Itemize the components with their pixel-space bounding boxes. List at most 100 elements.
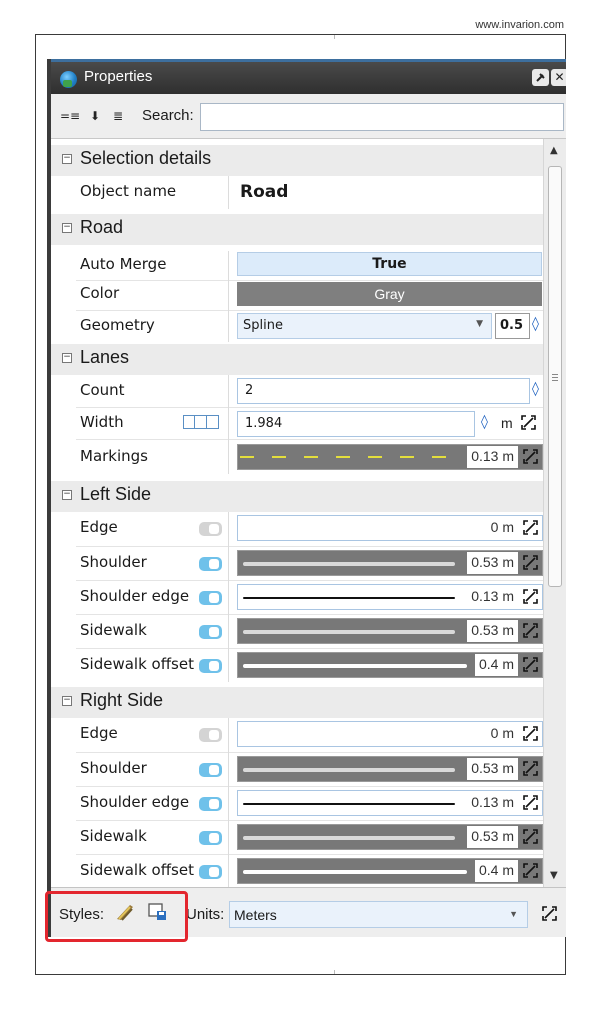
sidewalk-offset-toggle[interactable]: [199, 659, 222, 673]
sidewalk-offset-line: [243, 870, 467, 874]
expand-icon[interactable]: [522, 554, 539, 571]
edge-value: 0 m: [490, 725, 514, 741]
property-label: Edge: [80, 518, 118, 536]
shoulder-edge-toggle[interactable]: [199, 797, 222, 811]
geometry-select[interactable]: Spline ▼: [237, 313, 492, 339]
category-title: Left Side: [80, 484, 152, 504]
row-markings: Markings 0.13 m: [51, 440, 543, 474]
row-geometry: Geometry Spline ▼ 0.5 ◊: [51, 311, 543, 342]
units-label: Units:: [186, 906, 225, 923]
vertical-scrollbar[interactable]: ▲ ▼: [543, 139, 566, 887]
expand-icon[interactable]: [522, 862, 539, 879]
edge-style-strip[interactable]: 0 m: [237, 721, 543, 747]
category-selection-details[interactable]: − Selection details: [51, 145, 543, 176]
collapse-icon[interactable]: −: [62, 353, 72, 363]
property-label: Shoulder: [80, 553, 147, 571]
expand-icon[interactable]: [520, 414, 537, 431]
panel-title: Properties: [84, 68, 153, 85]
edge-style-strip[interactable]: 0 m: [237, 515, 543, 541]
highlight-box: [45, 891, 188, 942]
shoulder-edge-line: [243, 803, 455, 805]
sort-down-icon[interactable]: ⬇: [90, 109, 100, 123]
shoulder-line: [243, 768, 455, 772]
row-right-edge: Edge 0 m: [51, 718, 543, 752]
expand-icon[interactable]: [522, 588, 539, 605]
alphabetical-view-icon[interactable]: ≣: [113, 109, 123, 123]
width-input[interactable]: 1.984: [237, 411, 475, 437]
search-input[interactable]: [200, 103, 564, 131]
property-label: Sidewalk offset: [80, 655, 194, 673]
category-left-side[interactable]: − Left Side: [51, 481, 543, 512]
scroll-up-icon[interactable]: ▲: [550, 145, 558, 156]
count-input[interactable]: 2: [237, 378, 530, 404]
edge-toggle[interactable]: [199, 728, 222, 742]
frame-tick-bottom: [334, 970, 335, 974]
expand-icon[interactable]: [522, 448, 539, 465]
color-swatch[interactable]: Gray: [237, 282, 542, 306]
expand-icon[interactable]: [522, 622, 539, 639]
column-divider: [228, 176, 229, 209]
collapse-icon[interactable]: −: [62, 154, 72, 164]
property-label: Markings: [80, 447, 148, 465]
expand-icon[interactable]: [522, 725, 539, 742]
expand-icon[interactable]: [522, 656, 539, 673]
sidewalk-style-strip[interactable]: 0.53 m: [237, 824, 543, 850]
markings-style-strip[interactable]: 0.13 m: [237, 444, 543, 470]
scroll-down-icon[interactable]: ▼: [550, 870, 558, 881]
categorized-view-icon[interactable]: =≡: [60, 109, 80, 123]
property-label: Sidewalk: [80, 621, 147, 639]
row-left-shoulder: Shoulder 0.53 m: [51, 547, 543, 580]
property-label: Shoulder edge: [80, 793, 190, 811]
sidewalk-toggle[interactable]: [199, 831, 222, 845]
sidewalk-style-strip[interactable]: 0.53 m: [237, 618, 543, 644]
collapse-icon[interactable]: −: [62, 490, 72, 500]
category-lanes[interactable]: − Lanes: [51, 344, 543, 375]
sidewalk-offset-value: 0.4 m: [474, 654, 518, 676]
sidewalk-offset-style-strip[interactable]: 0.4 m: [237, 858, 543, 884]
shoulder-edge-toggle[interactable]: [199, 591, 222, 605]
object-name-value[interactable]: Road: [240, 182, 288, 202]
collapse-icon[interactable]: −: [62, 223, 72, 233]
properties-panel: Properties ✕ =≡ ⬇ ≣ Search: − Selection …: [47, 59, 566, 937]
sidewalk-value: 0.53 m: [467, 620, 518, 642]
sidewalk-offset-style-strip[interactable]: 0.4 m: [237, 652, 543, 678]
expand-icon[interactable]: [522, 828, 539, 845]
shoulder-edge-line: [243, 597, 455, 599]
collapse-icon[interactable]: −: [62, 696, 72, 706]
shoulder-toggle[interactable]: [199, 763, 222, 777]
spinner-icon[interactable]: ◊: [532, 381, 539, 397]
row-left-edge: Edge 0 m: [51, 512, 543, 546]
property-label: Geometry: [80, 316, 155, 334]
scrollbar-thumb[interactable]: [548, 166, 562, 587]
shoulder-edge-style-strip[interactable]: 0.13 m: [237, 790, 543, 816]
lane-width-icon[interactable]: [183, 415, 219, 429]
category-title: Lanes: [80, 347, 130, 367]
sidewalk-line: [243, 836, 455, 840]
expand-icon[interactable]: [522, 794, 539, 811]
shoulder-toggle[interactable]: [199, 557, 222, 571]
pin-icon[interactable]: [532, 69, 549, 86]
dropdown-arrow-icon: ▼: [476, 319, 483, 329]
close-icon[interactable]: ✕: [551, 69, 566, 86]
expand-icon[interactable]: [541, 905, 558, 922]
sidewalk-offset-toggle[interactable]: [199, 865, 222, 879]
row-color: Color Gray: [51, 281, 543, 310]
geometry-number-input[interactable]: 0.5: [495, 313, 530, 339]
shoulder-edge-style-strip[interactable]: 0.13 m: [237, 584, 543, 610]
units-select[interactable]: Meters ▼: [229, 901, 528, 928]
sidewalk-toggle[interactable]: [199, 625, 222, 639]
panel-titlebar: Properties ✕: [51, 59, 566, 94]
shoulder-style-strip[interactable]: 0.53 m: [237, 756, 543, 782]
shoulder-style-strip[interactable]: 0.53 m: [237, 550, 543, 576]
auto-merge-toggle[interactable]: True: [237, 252, 542, 276]
row-right-shoulder: Shoulder 0.53 m: [51, 753, 543, 786]
spinner-icon[interactable]: ◊: [481, 414, 488, 430]
spinner-icon[interactable]: ◊: [532, 316, 539, 332]
panel-toolbar: =≡ ⬇ ≣ Search:: [51, 94, 566, 139]
edge-toggle[interactable]: [199, 522, 222, 536]
category-title: Road: [80, 217, 124, 237]
category-right-side[interactable]: − Right Side: [51, 687, 543, 718]
expand-icon[interactable]: [522, 760, 539, 777]
expand-icon[interactable]: [522, 519, 539, 536]
category-road[interactable]: − Road: [51, 214, 543, 245]
